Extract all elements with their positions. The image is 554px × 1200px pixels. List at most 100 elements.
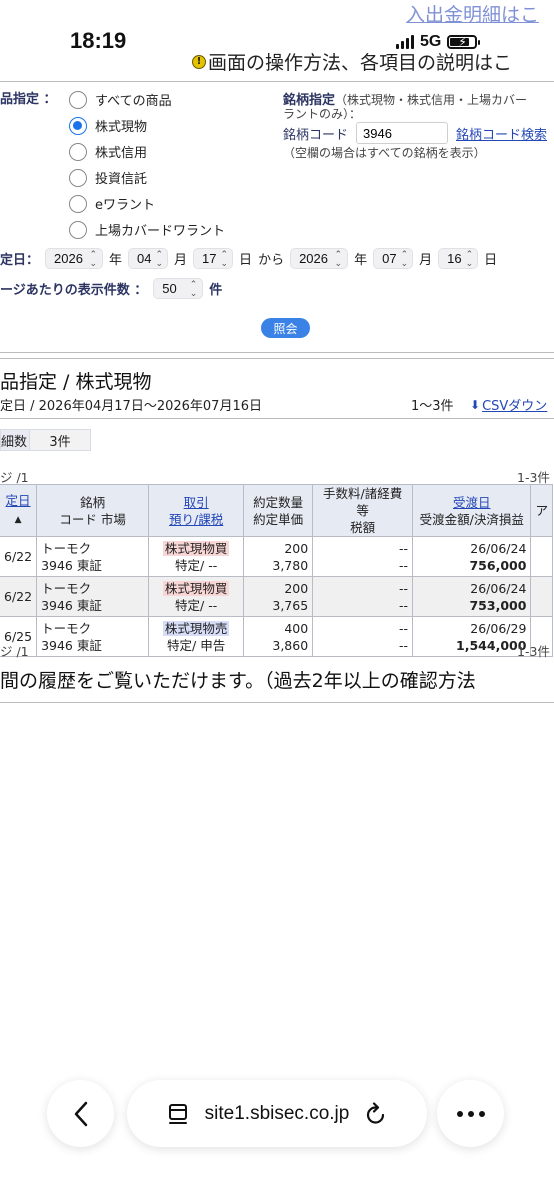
table-header-row: 定日▲ 銘柄 コード 市場 取引 預り/課税 約定数量 約定単価 手数料/諸経費等 税額…: [0, 484, 553, 537]
info-warning-icon: !: [192, 54, 206, 69]
cell-settlement: 26/06/29 1,544,000: [412, 616, 532, 657]
cell-brand: トーモク 3946 東証: [36, 616, 150, 657]
cell-extra: [530, 536, 553, 577]
cell-fee-tax: -- --: [312, 616, 414, 657]
results-period: 定日 / 2026年04月17日〜2026年07月16日: [0, 399, 262, 414]
cell-date: 6/22: [0, 576, 38, 617]
cell-date: 6/22: [0, 536, 38, 577]
reload-icon[interactable]: [365, 1101, 387, 1126]
more-dots-icon: [456, 1110, 485, 1117]
col-extra: ア: [530, 484, 553, 537]
cellular-signal-icon: [396, 35, 414, 49]
table-row: 6/25 トーモク 3946 東証 株式現物売 特定/ 申告 400 3,860 --…: [0, 616, 553, 657]
cell-brand: トーモク 3946 東証: [36, 576, 150, 617]
radio-stock-margin[interactable]: 株式信用: [69, 142, 225, 161]
page-menu-icon[interactable]: [167, 1103, 189, 1125]
trade-type-badge: 株式現物買: [162, 540, 230, 556]
radio-stock-cash[interactable]: 株式現物: [69, 116, 225, 135]
radio-button[interactable]: [69, 168, 87, 187]
status-time: 18:19: [70, 28, 127, 53]
cell-qty-price: 200 3,780: [243, 536, 314, 577]
pagination-bottom-left: ジ /1: [0, 644, 29, 659]
cell-trade: 株式現物売 特定/ 申告: [148, 616, 245, 657]
product-radio-group: すべての商品 株式現物 株式信用 投資信託 eワラント 上場カバードワラント: [69, 90, 225, 239]
divider: [0, 702, 554, 703]
radio-mutual-fund[interactable]: 投資信託: [69, 168, 225, 187]
trade-type-badge: 株式現物買: [162, 580, 230, 596]
per-page-label: ージあたりの表示件数 ：: [0, 283, 148, 298]
brand-code-input[interactable]: [356, 122, 449, 144]
back-button[interactable]: [47, 1080, 114, 1147]
date-label: 定日：: [0, 253, 40, 268]
cell-qty-price: 400 3,860: [243, 616, 314, 657]
product-label: 品指定 ：: [0, 92, 57, 107]
to-day-select[interactable]: 16 ⌃ ⌄: [438, 248, 479, 269]
from-year-select[interactable]: 2026 ⌃ ⌄: [45, 248, 104, 269]
col-date[interactable]: 定日▲: [0, 484, 38, 537]
chevron-updown-icon: ⌃ ⌄: [189, 278, 198, 298]
chevron-updown-icon: ⌃ ⌄: [89, 248, 98, 268]
divider: [0, 352, 554, 353]
cell-trade: 株式現物買 特定/ --: [148, 536, 245, 577]
chevron-updown-icon: ⌃ ⌄: [155, 248, 164, 268]
date-range-row: 定日： 2026 ⌃ ⌄ 年 04 ⌃ ⌄ 月 17 ⌃ ⌄ 日 から 2026 ⌃ ⌄ 年 0…: [0, 248, 498, 269]
chevron-updown-icon: ⌃ ⌄: [465, 248, 474, 268]
count-label: 細数: [0, 429, 30, 451]
cell-brand: トーモク 3946 東証: [36, 536, 150, 577]
url-text: site1.sbisec.co.jp: [204, 1102, 350, 1124]
per-page-select[interactable]: 50 ⌃ ⌄: [153, 278, 204, 299]
per-page-unit: 件: [209, 283, 223, 298]
brand-blank-note: （空欄の場合はすべての銘柄を表示）: [283, 146, 486, 160]
results-range: 1〜3件: [411, 399, 454, 414]
col-fee: 手数料/諸経費等 税額: [312, 484, 414, 537]
col-trade: 取引 預り/課税: [148, 484, 245, 537]
to-year-select[interactable]: 2026 ⌃ ⌄: [290, 248, 349, 269]
address-bar[interactable]: site1.sbisec.co.jp: [127, 1080, 427, 1147]
cell-fee-tax: -- --: [312, 576, 414, 617]
chevron-updown-icon: ⌃ ⌄: [220, 248, 229, 268]
cell-fee-tax: -- --: [312, 536, 414, 577]
cell-trade: 株式現物買 特定/ --: [148, 576, 245, 617]
brand-spec-note: （株式現物・株式信用・上場カバー: [335, 93, 528, 107]
radio-button[interactable]: [69, 194, 87, 213]
more-button[interactable]: [437, 1080, 504, 1147]
query-button[interactable]: 照会: [261, 318, 310, 338]
from-day-select[interactable]: 17 ⌃ ⌄: [193, 248, 234, 269]
chevron-left-icon: [74, 1101, 87, 1126]
radio-all-products[interactable]: すべての商品: [69, 90, 225, 109]
browser-toolbar: site1.sbisec.co.jp: [0, 1080, 554, 1160]
cell-settlement: 26/06/24 753,000: [412, 576, 532, 617]
deposit-withdrawal-link[interactable]: 入出金明細はこ: [406, 0, 539, 27]
divider: [0, 418, 554, 419]
history-footnote: 間の履歴をご覧いただけます。（過去2年以上の確認方法: [0, 670, 476, 692]
radio-e-warrant[interactable]: eワラント: [69, 194, 225, 213]
table-row: 6/22 トーモク 3946 東証 株式現物買 特定/ -- 200 3,780 --…: [0, 536, 553, 577]
csv-download-link[interactable]: ⬇ CSVダウン: [470, 395, 547, 415]
radio-covered-warrant[interactable]: 上場カバードワラント: [69, 220, 225, 239]
download-icon: ⬇: [470, 397, 481, 412]
radio-button[interactable]: [69, 142, 87, 161]
from-month-select[interactable]: 04 ⌃ ⌄: [128, 248, 169, 269]
col-qty: 約定数量 約定単価: [243, 484, 314, 537]
trade-type-badge: 株式現物売: [162, 620, 230, 636]
cell-extra: [530, 576, 553, 617]
per-page-row: ージあたりの表示件数 ： 50 ⌃ ⌄ 件: [0, 278, 222, 299]
chevron-updown-icon: ⌃ ⌄: [400, 248, 409, 268]
brand-spec-note-2: ラントのみ）：: [283, 107, 362, 121]
sort-asc-icon: ▲: [14, 515, 22, 525]
trade-history-table: 定日▲ 銘柄 コード 市場 取引 預り/課税 約定数量 約定単価 手数料/諸経費等 税額…: [0, 484, 553, 657]
radio-button[interactable]: [69, 90, 87, 109]
radio-button-selected[interactable]: [69, 116, 87, 135]
radio-button[interactable]: [69, 220, 87, 239]
help-link[interactable]: ! 画面の操作方法、各項目の説明はこ: [192, 48, 512, 75]
cell-qty-price: 200 3,765: [243, 576, 314, 617]
to-month-select[interactable]: 07 ⌃ ⌄: [373, 248, 414, 269]
chevron-updown-icon: ⌃ ⌄: [334, 248, 343, 268]
col-settlement: 受渡日 受渡金額/決済損益: [412, 484, 532, 537]
brand-code-search-link[interactable]: 銘柄コード検索: [456, 124, 547, 143]
pagination-bottom-right: 1-3件: [517, 644, 550, 659]
col-brand: 銘柄 コード 市場: [36, 484, 150, 537]
divider: [0, 358, 554, 359]
results-title: 品指定 / 株式現物: [0, 371, 152, 393]
cell-settlement: 26/06/24 756,000: [412, 536, 532, 577]
